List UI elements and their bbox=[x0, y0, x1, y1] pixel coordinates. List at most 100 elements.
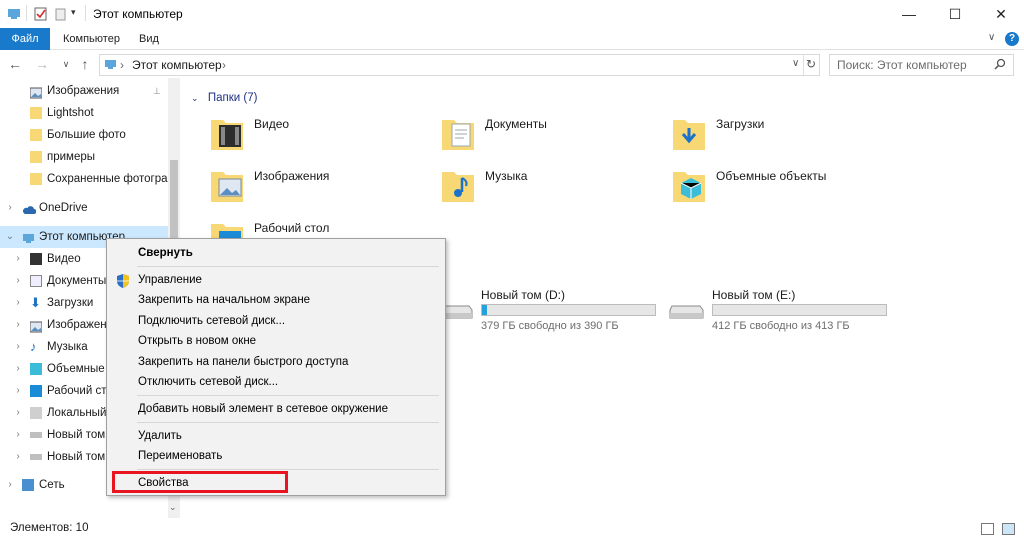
chevron-right-icon[interactable]: › bbox=[12, 380, 24, 402]
folder-documents[interactable]: Документы bbox=[440, 114, 660, 166]
menu-item-pin-quick-access[interactable]: Закрепить на панели быстрого доступа bbox=[110, 352, 442, 372]
folder-video[interactable]: Видео bbox=[209, 114, 429, 166]
music-folder-icon bbox=[440, 166, 476, 204]
chevron-right-icon[interactable]: › bbox=[12, 446, 24, 468]
folder-icon bbox=[30, 173, 42, 185]
computer-icon bbox=[104, 58, 118, 75]
context-menu: Свернуть Управление Закрепить на начальн… bbox=[106, 238, 446, 496]
ribbon-expand-icon[interactable]: ∨ bbox=[988, 32, 995, 43]
menu-item-add-network-location[interactable]: Добавить новый элемент в сетевое окружен… bbox=[110, 399, 442, 419]
chevron-down-icon[interactable]: ⌄ bbox=[4, 226, 16, 248]
images-icon bbox=[29, 85, 43, 99]
chevron-right-icon[interactable]: › bbox=[12, 270, 24, 292]
computer-icon bbox=[7, 6, 21, 22]
menu-item-collapse[interactable]: Свернуть bbox=[110, 243, 442, 263]
search-input[interactable]: Поиск: Этот компьютер bbox=[837, 58, 967, 72]
nav-item-saved-photos[interactable]: Сохраненные фотограф bbox=[0, 168, 170, 190]
breadcrumb-separator[interactable]: › bbox=[120, 58, 124, 72]
chevron-right-icon[interactable]: › bbox=[12, 292, 24, 314]
chevron-right-icon[interactable]: › bbox=[12, 314, 24, 336]
menu-separator bbox=[137, 266, 439, 267]
menu-separator bbox=[137, 422, 439, 423]
up-button[interactable]: ↑ bbox=[76, 54, 94, 74]
folder-3d-objects[interactable]: Объемные объекты bbox=[671, 166, 891, 218]
tab-view[interactable]: Вид bbox=[131, 28, 167, 50]
chevron-right-icon[interactable]: › bbox=[12, 358, 24, 380]
chevron-right-icon[interactable]: › bbox=[12, 402, 24, 424]
documents-icon bbox=[30, 275, 42, 287]
chevron-down-icon[interactable]: ⌄ bbox=[191, 93, 199, 103]
minimize-button[interactable]: — bbox=[886, 0, 932, 28]
chevron-right-icon[interactable]: › bbox=[12, 336, 24, 358]
downloads-folder-icon bbox=[671, 114, 707, 152]
video-icon bbox=[30, 253, 42, 265]
maximize-button[interactable]: ☐ bbox=[932, 0, 978, 28]
drive-icon bbox=[669, 300, 705, 325]
ribbon-tabs: Файл Компьютер Вид ∨ ? bbox=[0, 28, 1024, 50]
properties-quick-icon[interactable] bbox=[34, 6, 48, 22]
nav-item-examples[interactable]: примеры bbox=[0, 146, 170, 168]
item-count: Элементов: 10 bbox=[10, 522, 89, 534]
drive-icon bbox=[30, 407, 42, 419]
drive-d[interactable]: Новый том (D:) 379 ГБ свободно из 390 ГБ bbox=[438, 288, 668, 332]
menu-item-manage[interactable]: Управление bbox=[110, 270, 442, 290]
tab-computer[interactable]: Компьютер bbox=[55, 28, 128, 50]
forward-button[interactable]: → bbox=[33, 54, 51, 74]
nav-item-lightshot[interactable]: Lightshot bbox=[0, 102, 170, 124]
menu-item-pin-start[interactable]: Закрепить на начальном экране bbox=[110, 290, 442, 310]
window-title: Этот компьютер bbox=[93, 7, 183, 21]
menu-separator bbox=[137, 469, 439, 470]
download-arrow-icon: ⬇ bbox=[30, 295, 41, 310]
recent-locations-button[interactable]: ∨ bbox=[57, 54, 75, 74]
close-button[interactable]: ✕ bbox=[978, 0, 1024, 28]
folder-music[interactable]: Музыка bbox=[440, 166, 660, 218]
nav-item-images[interactable]: Изображения ⊥ bbox=[0, 80, 170, 102]
chevron-right-icon[interactable]: › bbox=[4, 197, 16, 219]
customize-quick-access-icon[interactable]: ▾ bbox=[71, 7, 76, 18]
address-bar[interactable]: › Этот компьютер › ∨ ↻ bbox=[99, 54, 820, 76]
large-icons-view-icon[interactable] bbox=[1002, 523, 1015, 535]
status-bar: Элементов: 10 bbox=[0, 518, 1024, 541]
drive-icon bbox=[30, 432, 42, 438]
breadcrumb-this-pc[interactable]: Этот компьютер bbox=[132, 58, 222, 72]
network-icon bbox=[22, 479, 34, 491]
chevron-right-icon[interactable]: › bbox=[12, 424, 24, 446]
menu-item-delete[interactable]: Удалить bbox=[110, 426, 442, 446]
menu-item-map-network-drive[interactable]: Подключить сетевой диск... bbox=[110, 311, 442, 331]
folder-icon bbox=[30, 151, 42, 163]
menu-item-rename[interactable]: Переименовать bbox=[110, 446, 442, 466]
desktop-icon bbox=[30, 385, 42, 397]
address-dropdown-icon[interactable]: ∨ bbox=[792, 58, 799, 69]
drive-usage-fill bbox=[482, 305, 488, 315]
details-view-icon[interactable] bbox=[981, 523, 994, 535]
drive-usage-bar bbox=[712, 304, 887, 316]
cloud-icon bbox=[22, 202, 37, 214]
drive-e[interactable]: Новый том (E:) 412 ГБ свободно из 413 ГБ bbox=[669, 288, 899, 332]
pin-icon: ⊥ bbox=[153, 86, 161, 96]
menu-item-open-new-window[interactable]: Открыть в новом окне bbox=[110, 331, 442, 351]
nav-item-onedrive[interactable]: › OneDrive bbox=[0, 197, 170, 219]
search-icon bbox=[994, 58, 1006, 73]
3d-objects-folder-icon bbox=[671, 166, 707, 204]
folder-icon bbox=[30, 129, 42, 141]
chevron-right-icon[interactable]: › bbox=[12, 248, 24, 270]
folders-group-header[interactable]: ⌄ Папки (7) bbox=[191, 90, 257, 104]
tab-file[interactable]: Файл bbox=[0, 28, 50, 50]
menu-separator bbox=[137, 395, 439, 396]
nav-item-big-photos[interactable]: Большие фото bbox=[0, 124, 170, 146]
breadcrumb-separator[interactable]: › bbox=[222, 58, 226, 72]
images-icon bbox=[29, 319, 43, 333]
folder-downloads[interactable]: Загрузки bbox=[671, 114, 891, 166]
address-row: ← → ∨ ↑ › Этот компьютер › ∨ ↻ Поиск: Эт… bbox=[0, 50, 1024, 78]
scroll-down-icon[interactable]: ⌄ bbox=[169, 502, 177, 513]
back-button[interactable]: ← bbox=[6, 54, 24, 74]
help-icon[interactable]: ? bbox=[1005, 32, 1019, 46]
music-note-icon: ♪ bbox=[30, 339, 37, 354]
menu-item-disconnect-network-drive[interactable]: Отключить сетевой диск... bbox=[110, 372, 442, 392]
chevron-right-icon[interactable]: › bbox=[4, 474, 16, 496]
folder-images[interactable]: Изображения bbox=[209, 166, 429, 218]
search-box[interactable]: Поиск: Этот компьютер bbox=[829, 54, 1014, 76]
refresh-icon[interactable]: ↻ bbox=[806, 57, 816, 71]
new-folder-quick-icon[interactable] bbox=[54, 6, 68, 22]
properties-highlight-frame bbox=[112, 471, 288, 493]
